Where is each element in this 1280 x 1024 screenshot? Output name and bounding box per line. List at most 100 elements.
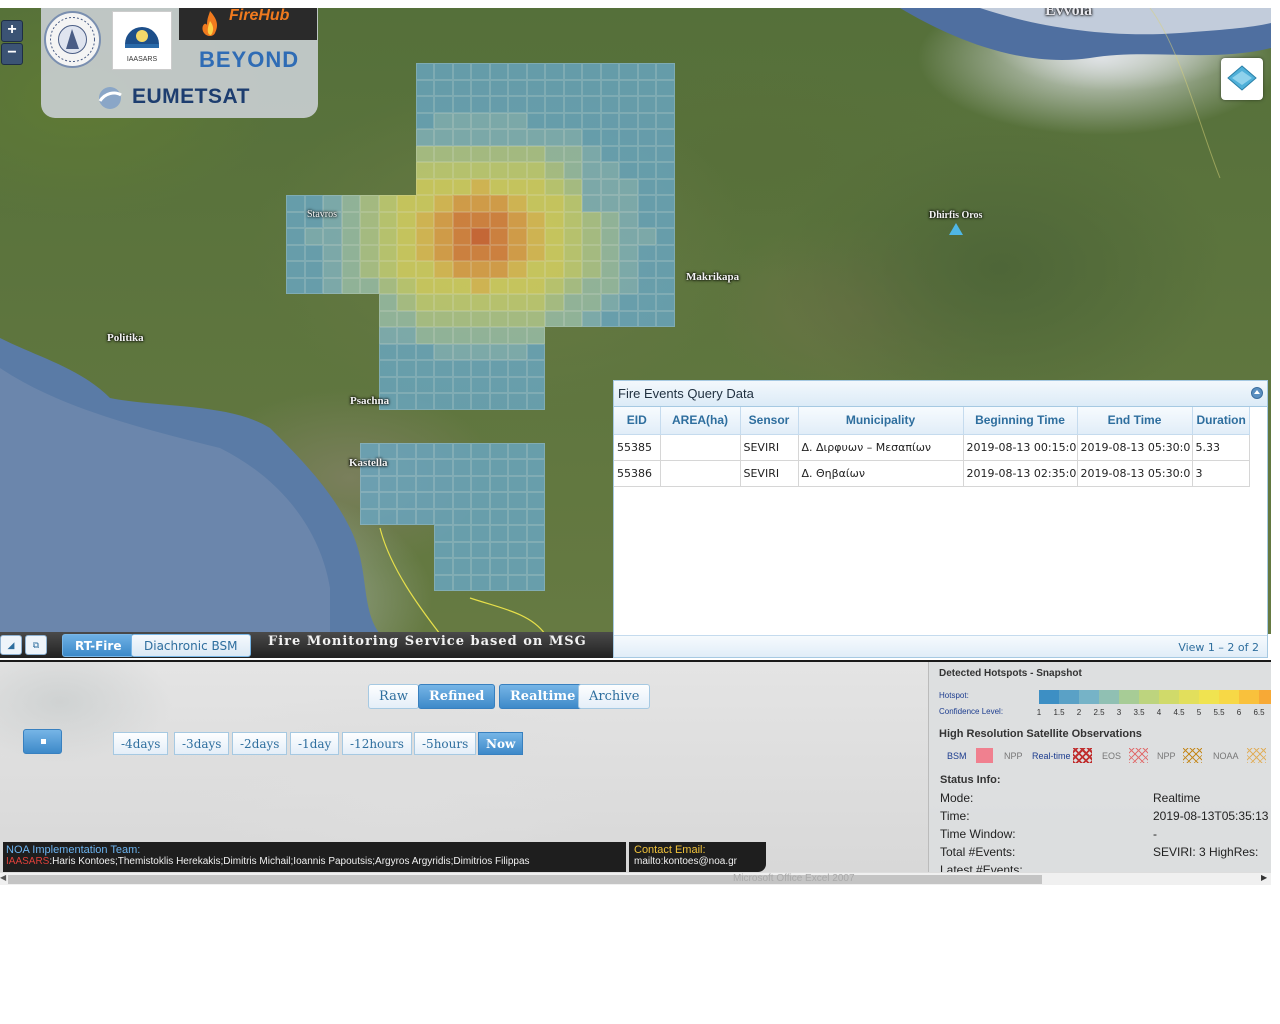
- tab-rt-fire[interactable]: RT-Fire: [62, 634, 135, 657]
- realtime-button[interactable]: Realtime: [499, 684, 587, 709]
- grid-cell: [489, 541, 508, 558]
- time-button-4days[interactable]: -4days: [113, 732, 169, 755]
- grid-cell: [471, 492, 490, 509]
- refined-button[interactable]: Refined: [418, 684, 496, 709]
- grid-cell: [471, 442, 490, 459]
- grid-cell: [489, 112, 508, 129]
- grid-cell: [489, 244, 508, 261]
- team-title: NOA Implementation Team:: [6, 844, 141, 856]
- grid-cell: [489, 162, 508, 179]
- grid-cell: [600, 96, 619, 113]
- grid-cell: [526, 508, 545, 525]
- window-icon: ⧉: [32, 640, 40, 650]
- grid-cell: [378, 261, 397, 278]
- grid-cell: [526, 327, 545, 344]
- grid-cell: [415, 294, 434, 311]
- grid-cell: [582, 112, 601, 129]
- grid-cell: [434, 393, 453, 410]
- grid-cell: [415, 79, 434, 96]
- grid-cell: [637, 228, 656, 245]
- grid-cell: [397, 228, 416, 245]
- column-header-beginning-time[interactable]: Beginning Time: [963, 407, 1078, 435]
- grid-cell: [341, 195, 360, 212]
- grid-cell: [489, 327, 508, 344]
- grid-cell: [323, 277, 342, 294]
- horizontal-scrollbar[interactable]: ◀ Microsoft Office Excel 2007 ▶: [0, 872, 1271, 885]
- grid-cell: [434, 574, 453, 591]
- table-header-row: EID AREA(ha) Sensor Municipality Beginni…: [614, 407, 1250, 435]
- collapse-icon[interactable]: [1251, 387, 1263, 399]
- column-header-duration[interactable]: Duration: [1192, 407, 1250, 435]
- grid-cell: [582, 178, 601, 195]
- grid-cell: [582, 261, 601, 278]
- grid-cell: [304, 244, 323, 261]
- grid-cell: [563, 96, 582, 113]
- grid-cell: [508, 492, 527, 509]
- collapse-map-button[interactable]: ◢: [0, 635, 22, 655]
- grid-cell: [508, 261, 527, 278]
- time-button-5hours[interactable]: -5hours: [414, 732, 477, 755]
- grid-cell: [582, 277, 601, 294]
- archive-button[interactable]: Archive: [578, 684, 651, 709]
- raw-button[interactable]: Raw: [368, 684, 419, 709]
- tab-diachronic-bsm[interactable]: Diachronic BSM: [131, 634, 251, 657]
- stop-button[interactable]: [23, 729, 62, 754]
- time-button-3days[interactable]: -3days: [174, 732, 230, 755]
- place-label-politika: Politika: [107, 332, 144, 344]
- grid-cell: [545, 129, 564, 146]
- eos-swatch: [1129, 748, 1148, 763]
- grid-cell: [434, 459, 453, 476]
- grid-cell: [508, 63, 527, 80]
- grid-cell: [434, 492, 453, 509]
- table-row[interactable]: 55385 SEVIRI Δ. Διρφυων – Μεσαπίων 2019-…: [614, 434, 1250, 461]
- grid-cell: [637, 195, 656, 212]
- table-row[interactable]: 55386 SEVIRI Δ. Θηβαίων 2019-08-13 02:35…: [614, 460, 1250, 487]
- grid-cell: [656, 277, 675, 294]
- grid-cell: [434, 327, 453, 344]
- window-toggle-button[interactable]: ⧉: [25, 635, 47, 655]
- contact-email-link[interactable]: mailto:kontoes@noa.gr: [634, 856, 761, 867]
- status-key-latest-events: Latest #Events:: [940, 863, 1023, 872]
- scroll-right-icon[interactable]: ▶: [1261, 873, 1267, 882]
- column-header-sensor[interactable]: Sensor: [740, 407, 799, 435]
- column-header-area[interactable]: AREA(ha): [660, 407, 741, 435]
- grid-cell: [582, 228, 601, 245]
- scroll-left-icon[interactable]: ◀: [0, 873, 6, 882]
- scrollbar-thumb[interactable]: [8, 875, 1042, 884]
- grid-cell: [526, 244, 545, 261]
- logo-panel: IAASARS FireHub BEYOND EUMETSAT: [41, 8, 318, 118]
- grid-cell: [619, 96, 638, 113]
- time-button-1day[interactable]: -1day: [290, 732, 340, 755]
- grid-cell: [471, 459, 490, 476]
- layer-switcher-button[interactable]: [1221, 58, 1263, 100]
- grid-cell: [508, 310, 527, 327]
- grid-cell: [582, 195, 601, 212]
- zoom-out-button[interactable]: −: [1, 43, 23, 65]
- zoom-in-button[interactable]: +: [1, 20, 23, 42]
- column-header-end-time[interactable]: End Time: [1077, 407, 1193, 435]
- grid-cell: [452, 63, 471, 80]
- column-header-municipality[interactable]: Municipality: [798, 407, 964, 435]
- grid-cell: [471, 541, 490, 558]
- grid-cell: [526, 211, 545, 228]
- time-button-12hours[interactable]: -12hours: [342, 732, 412, 755]
- grid-cell: [508, 195, 527, 212]
- grid-cell: [600, 162, 619, 179]
- grid-cell: [378, 492, 397, 509]
- grid-cell: [286, 261, 305, 278]
- grid-cell: [415, 228, 434, 245]
- legend-panel: Detected Hotspots - Snapshot Hotspot: Co…: [928, 662, 1271, 872]
- grid-cell: [508, 475, 527, 492]
- grid-cell: [489, 277, 508, 294]
- grid-cell: [397, 393, 416, 410]
- column-header-eid[interactable]: EID: [614, 407, 661, 435]
- time-button-now[interactable]: Now: [478, 732, 524, 755]
- grid-cell: [452, 277, 471, 294]
- team-org: IAASARS: [6, 856, 50, 867]
- grid-cell: [471, 145, 490, 162]
- grid-cell: [452, 558, 471, 575]
- time-button-2days[interactable]: -2days: [232, 732, 288, 755]
- grid-cell: [378, 360, 397, 377]
- grid-cell: [434, 343, 453, 360]
- hires-label-noaa: NOAA: [1213, 751, 1239, 761]
